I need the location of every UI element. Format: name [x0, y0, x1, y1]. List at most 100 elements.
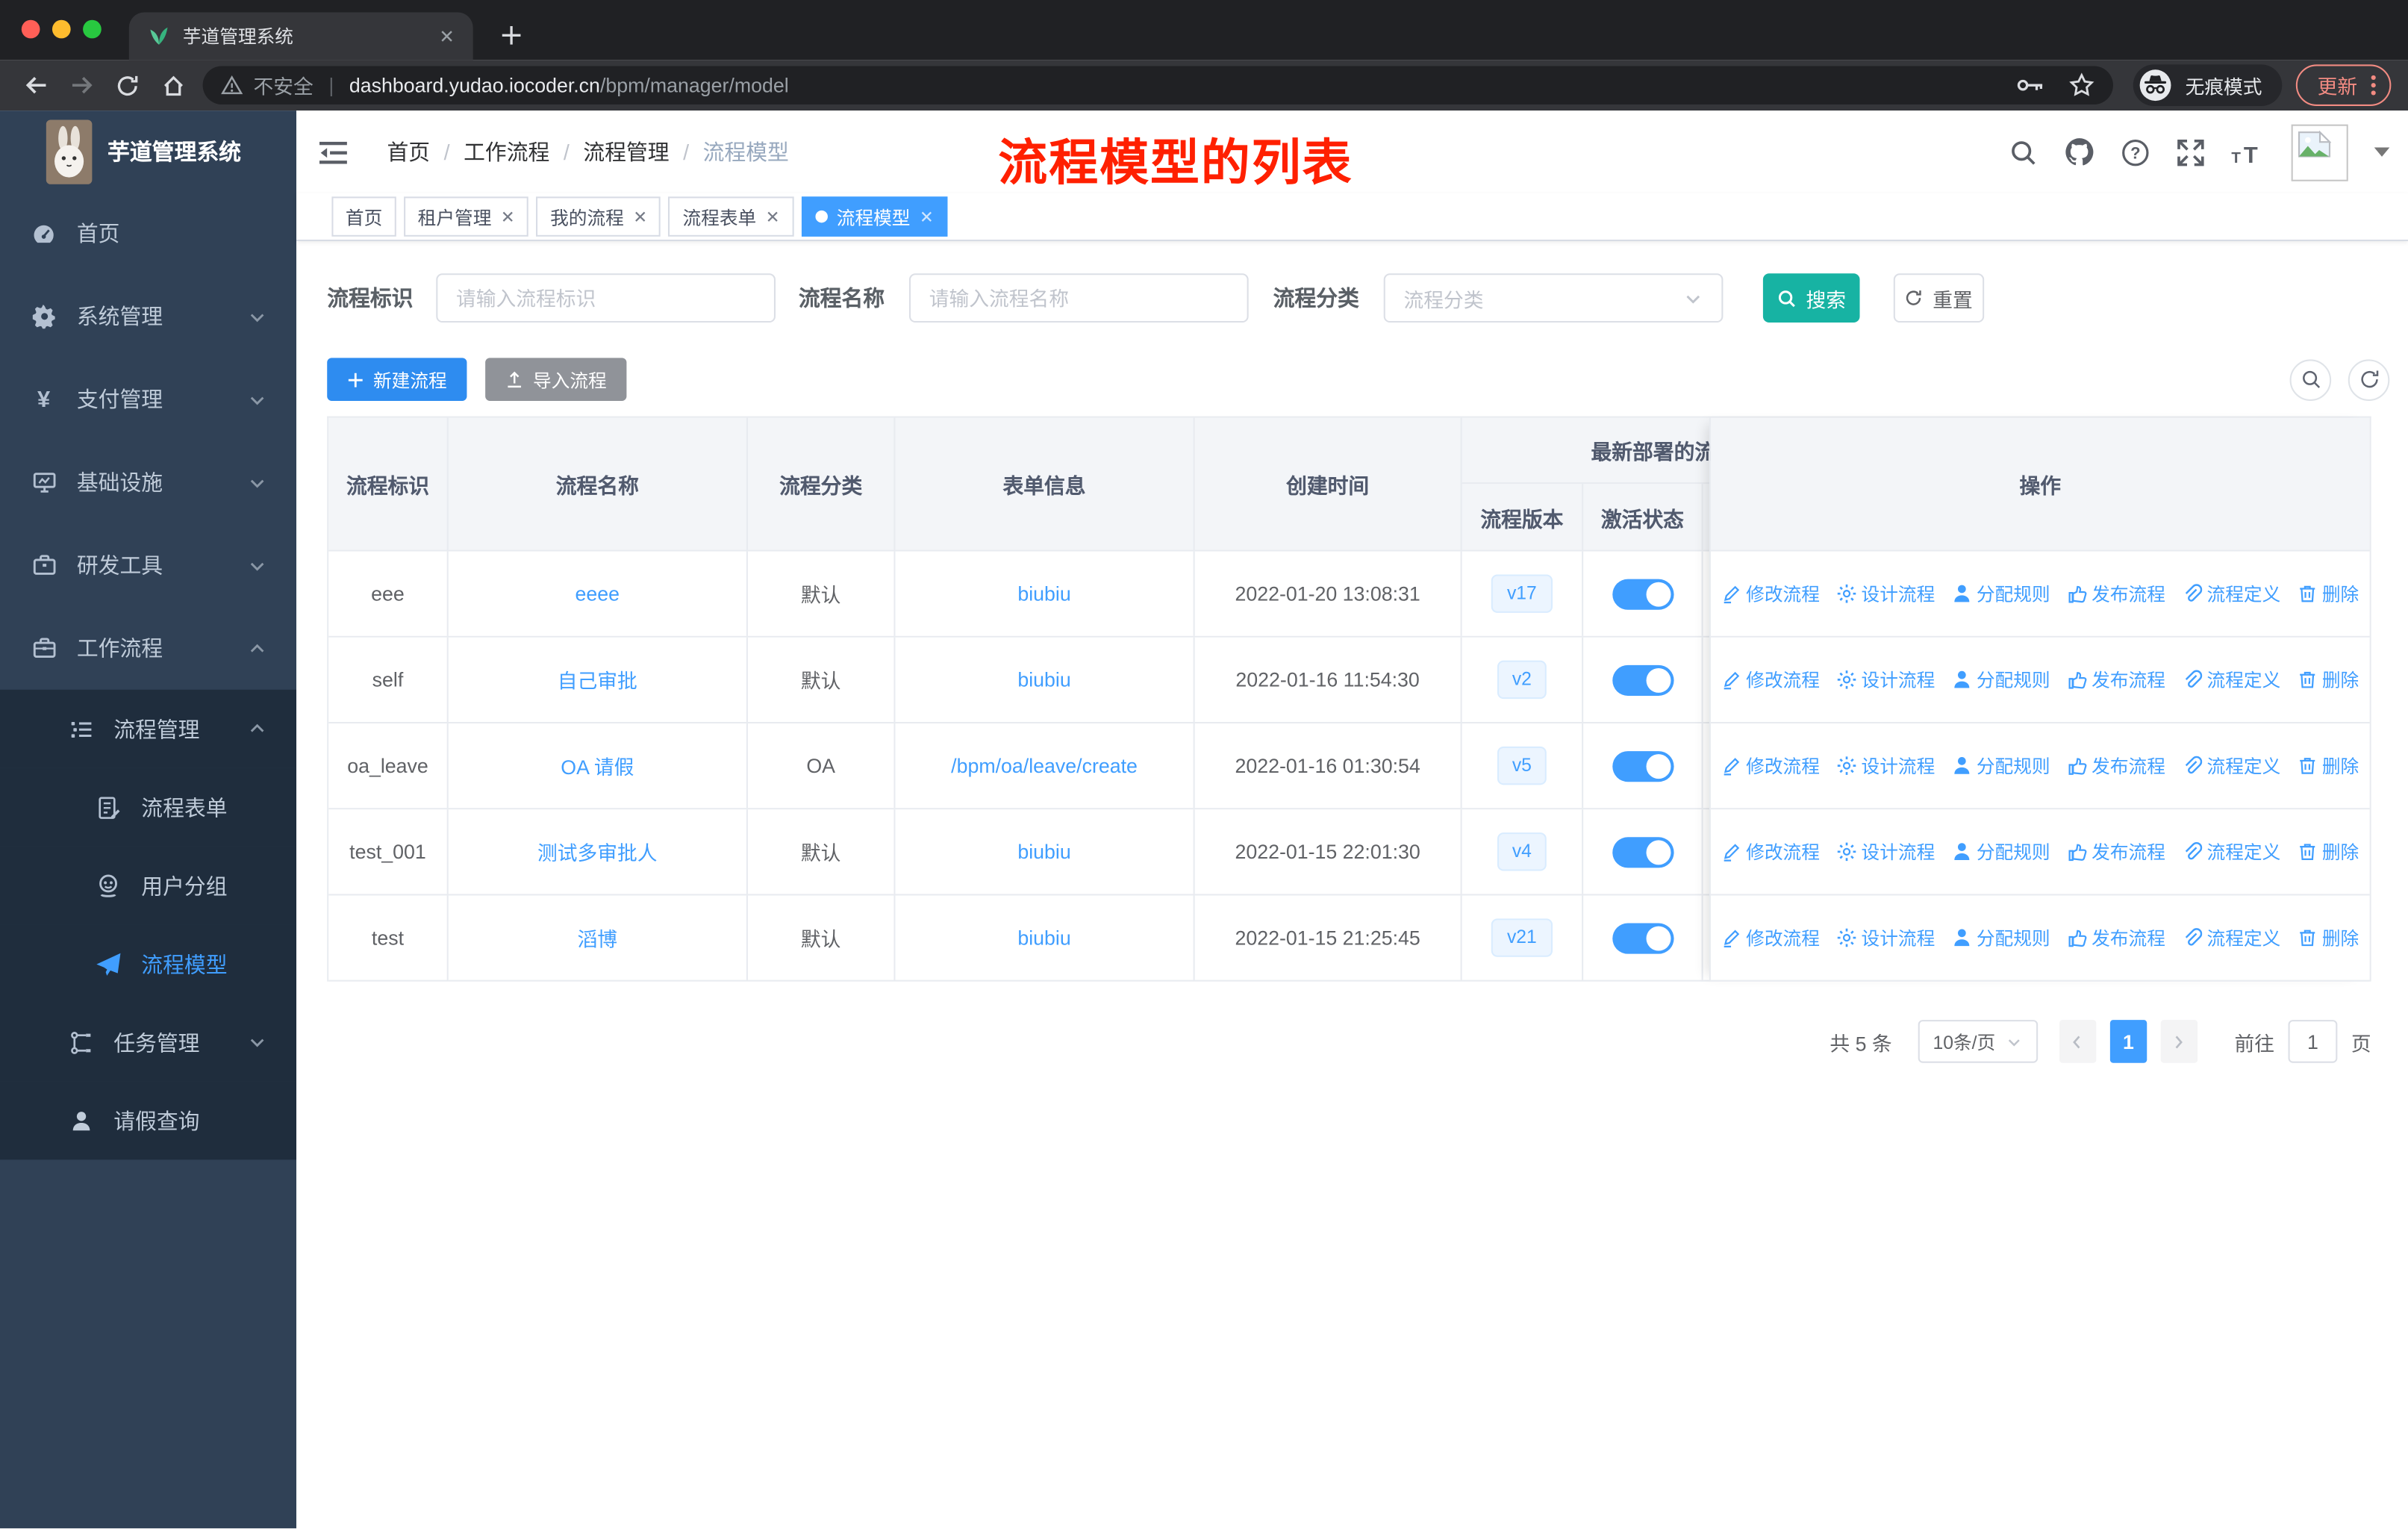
fullscreen-icon[interactable] [2176, 137, 2205, 166]
page-size-select[interactable]: 10条/页 [1918, 1020, 2039, 1063]
definition-link[interactable]: 流程定义 [2183, 753, 2280, 779]
assign-link[interactable]: 分配规则 [1952, 667, 2050, 693]
delete-link[interactable]: 删除 [2298, 838, 2359, 865]
edit-link[interactable]: 修改流程 [1721, 667, 1820, 693]
design-link[interactable]: 设计流程 [1837, 838, 1935, 865]
import-process-button[interactable]: 导入流程 [485, 358, 627, 401]
process-name-link[interactable]: 测试多审批人 [537, 837, 658, 866]
tag-close-icon[interactable]: ✕ [501, 207, 515, 227]
github-icon[interactable] [2064, 137, 2094, 167]
process-category-select[interactable]: 流程分类 [1383, 273, 1724, 323]
create-process-button[interactable]: 新建流程 [327, 358, 467, 401]
form-info-link[interactable]: /bpm/oa/leave/create [951, 754, 1138, 777]
toggle-search-icon[interactable] [2289, 358, 2332, 400]
browser-menu-icon[interactable] [2371, 75, 2376, 96]
reset-button[interactable]: 重置 [1893, 273, 1985, 323]
url-bar[interactable]: 不安全 | dashboard.yudao.iocoder.cn/bpm/man… [202, 66, 2113, 105]
design-link[interactable]: 设计流程 [1837, 925, 1935, 951]
process-name-link[interactable]: OA 请假 [561, 751, 634, 780]
sidebar-item-list[interactable]: 流程管理 [0, 689, 297, 768]
tag-close-icon[interactable]: ✕ [920, 207, 934, 227]
definition-link[interactable]: 流程定义 [2183, 667, 2280, 693]
design-link[interactable]: 设计流程 [1837, 753, 1935, 779]
sidebar-item-paper-plane[interactable]: 流程模型 [0, 924, 297, 1003]
bookmark-star-icon[interactable] [2068, 72, 2094, 99]
assign-link[interactable]: 分配规则 [1952, 581, 2050, 607]
sidebar-item-yen[interactable]: ¥ 支付管理 [0, 358, 296, 440]
process-name-link[interactable]: 自己审批 [558, 665, 637, 694]
tag-close-icon[interactable]: ✕ [633, 207, 647, 227]
chevron-down-icon[interactable] [2374, 147, 2390, 157]
tag-首页[interactable]: 首页 [331, 196, 396, 237]
update-button[interactable]: 更新 [2295, 64, 2392, 106]
publish-link[interactable]: 发布流程 [2067, 925, 2165, 951]
form-info-link[interactable]: biubiu [1017, 582, 1070, 605]
avatar[interactable] [2291, 123, 2348, 181]
sidebar-item-briefcase[interactable]: 工作流程 [0, 607, 296, 690]
sidebar-item-monitor[interactable]: 基础设施 [0, 440, 296, 523]
delete-link[interactable]: 删除 [2298, 753, 2359, 779]
page-number-button[interactable]: 1 [2109, 1020, 2147, 1063]
tag-流程表单[interactable]: 流程表单 ✕ [668, 196, 794, 237]
sidebar-item-tasks[interactable]: 任务管理 [0, 1003, 297, 1082]
back-icon[interactable] [12, 63, 58, 107]
process-name-link[interactable]: eeee [576, 582, 620, 605]
help-icon[interactable]: ? [2121, 137, 2150, 166]
active-toggle[interactable] [1612, 664, 1674, 695]
tab-close-icon[interactable]: ✕ [439, 25, 455, 47]
next-page-button[interactable] [2160, 1020, 2198, 1063]
collapse-sidebar-icon[interactable] [319, 138, 350, 166]
active-toggle[interactable] [1612, 578, 1674, 609]
definition-link[interactable]: 流程定义 [2183, 838, 2280, 865]
close-window-button[interactable] [21, 19, 40, 39]
process-key-input[interactable] [436, 273, 776, 323]
assign-link[interactable]: 分配规则 [1952, 838, 2050, 865]
publish-link[interactable]: 发布流程 [2067, 581, 2165, 607]
search-button[interactable]: 搜索 [1762, 273, 1860, 323]
definition-link[interactable]: 流程定义 [2183, 925, 2280, 951]
sidebar-item-toolbox[interactable]: 研发工具 [0, 524, 296, 607]
form-info-link[interactable]: biubiu [1017, 668, 1070, 691]
active-toggle[interactable] [1612, 750, 1674, 782]
browser-tab[interactable]: 芋道管理系统 ✕ [128, 12, 473, 60]
form-info-link[interactable]: biubiu [1017, 927, 1070, 950]
definition-link[interactable]: 流程定义 [2183, 581, 2280, 607]
assign-link[interactable]: 分配规则 [1952, 925, 2050, 951]
active-toggle[interactable] [1612, 922, 1674, 953]
minimize-window-button[interactable] [52, 19, 71, 39]
active-toggle[interactable] [1612, 836, 1674, 868]
tag-流程模型[interactable]: 流程模型 ✕ [801, 196, 948, 237]
prev-page-button[interactable] [2059, 1020, 2097, 1063]
breadcrumb-item[interactable]: 流程管理 [583, 137, 669, 167]
process-name-link[interactable]: 滔博 [578, 923, 618, 952]
edit-link[interactable]: 修改流程 [1721, 838, 1820, 865]
breadcrumb-item[interactable]: 工作流程 [464, 137, 549, 167]
refresh-table-icon[interactable] [2348, 358, 2390, 400]
sidebar-item-dashboard[interactable]: 首页 [0, 192, 296, 275]
home-icon[interactable] [151, 63, 197, 107]
edit-link[interactable]: 修改流程 [1721, 753, 1820, 779]
assign-link[interactable]: 分配规则 [1952, 753, 2050, 779]
reload-icon[interactable] [105, 63, 151, 107]
delete-link[interactable]: 删除 [2298, 667, 2359, 693]
publish-link[interactable]: 发布流程 [2067, 753, 2165, 779]
edit-link[interactable]: 修改流程 [1721, 581, 1820, 607]
search-icon[interactable] [2009, 137, 2038, 166]
font-size-icon[interactable]: TT [2231, 139, 2265, 165]
process-name-input[interactable] [908, 273, 1249, 323]
design-link[interactable]: 设计流程 [1837, 581, 1935, 607]
maximize-window-button[interactable] [83, 19, 102, 39]
tag-租户管理[interactable]: 租户管理 ✕ [404, 196, 529, 237]
sidebar-item-user-group[interactable]: 用户分组 [0, 846, 297, 925]
page-jump-input[interactable] [2288, 1020, 2338, 1063]
new-tab-button[interactable] [501, 25, 523, 54]
delete-link[interactable]: 删除 [2298, 581, 2359, 607]
design-link[interactable]: 设计流程 [1837, 667, 1935, 693]
sidebar-item-form[interactable]: 流程表单 [0, 767, 297, 847]
key-icon[interactable] [2016, 77, 2045, 94]
tag-我的流程[interactable]: 我的流程 ✕ [536, 196, 661, 237]
sidebar-item-gear[interactable]: 系统管理 [0, 275, 296, 358]
sidebar-item-person[interactable]: 请假查询 [0, 1081, 297, 1160]
form-info-link[interactable]: biubiu [1017, 840, 1070, 863]
breadcrumb-item[interactable]: 首页 [387, 137, 430, 167]
